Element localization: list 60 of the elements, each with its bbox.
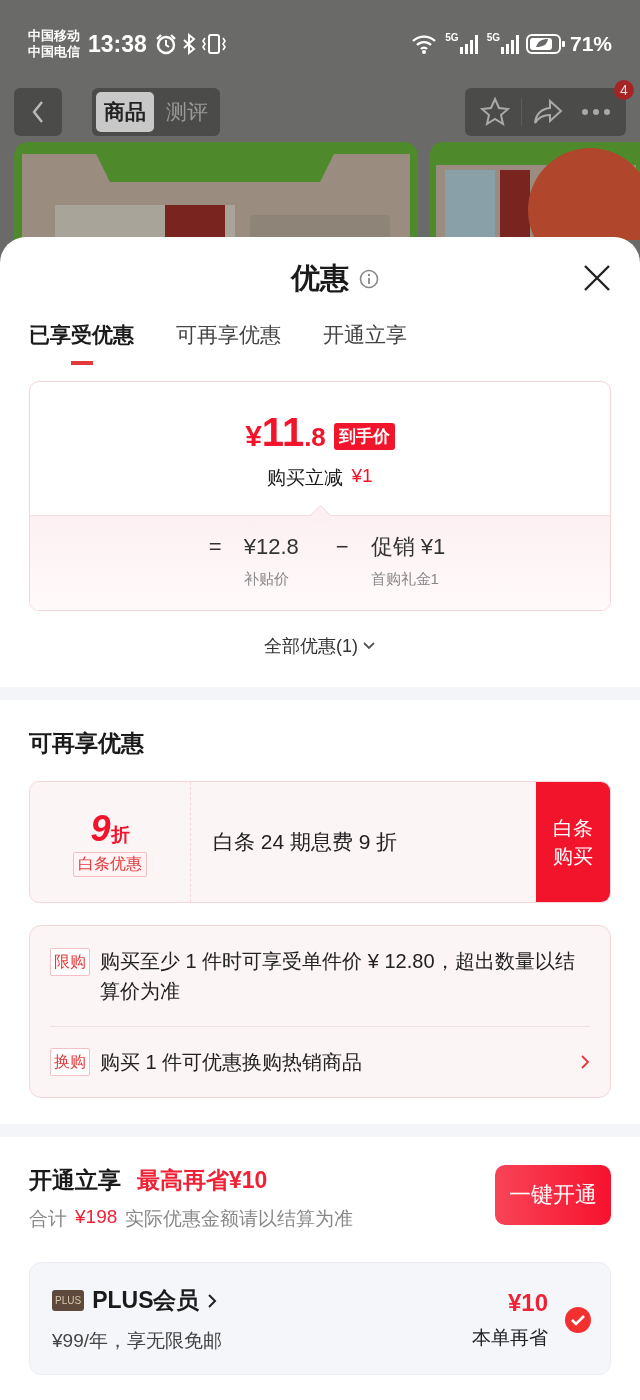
activate-button[interactable]: 一键开通 [495,1165,611,1225]
clock-time: 13:38 [88,30,147,58]
rule-text: 购买 1 件可优惠换购热销商品 [100,1050,364,1075]
total-amount: ¥198 [75,1206,118,1229]
plus-badge: PLUS [52,1290,85,1311]
math-operator: = [208,533,222,561]
price-tag: 到手价 [333,423,395,450]
savings-highlight: 最高再省¥10 [137,1166,268,1195]
chevron-right-icon[interactable] [207,1292,218,1309]
term-caption: 首购礼金1 [370,569,440,589]
membership-name[interactable]: PLUS会员 [92,1285,200,1316]
rule-tag: 换购 [50,1048,90,1076]
more-icon [581,108,611,116]
close-button[interactable] [582,263,612,293]
all-offers-link[interactable]: 全部优惠(1) [264,631,376,661]
section-tab[interactable]: 可再享优惠 [176,321,281,365]
section-title: 开通立享 [29,1166,121,1195]
discount-amount: 9 [90,807,111,850]
back-button[interactable] [14,88,62,136]
coupon-description: 白条 24 期息费 9 折 [212,829,399,855]
vibrate-icon [200,33,227,55]
price-term: 促销 ¥1 [370,533,446,561]
battery-percent: 71% [569,32,612,56]
rule-tag: 限购 [50,948,90,976]
signal-icon [499,33,522,55]
count-badge: 4 [614,80,634,100]
chevron-down-icon [362,641,376,651]
price-term: ¥12.8 [243,533,300,561]
alarm-icon [154,33,177,55]
reduction-amount: ¥1 [351,465,373,488]
saving-label: 本单再省 [472,1325,548,1350]
membership-price: ¥99/年，享无限免邮 [52,1329,223,1353]
share-icon [533,98,563,126]
section-tab[interactable]: 开通立享 [323,321,407,365]
star-icon [480,97,510,127]
sheet-title: 优惠 [291,261,349,296]
info-icon[interactable] [359,269,379,289]
back-icon [31,100,45,124]
carrier-name: 中国电信 [28,44,80,60]
saving-amount: ¥10 [507,1288,548,1317]
carrier-name: 中国移动 [28,28,80,44]
checkbox[interactable] [564,1305,592,1334]
term-caption: 补贴价 [243,569,290,589]
network-label: 5G [486,33,500,43]
reduction-label: 购买立减 [267,466,344,490]
signal-icon [458,33,481,55]
section-title: 可再享优惠 [29,729,145,758]
battery-icon [525,33,566,55]
note-text: 实际优惠金额请以结算为准 [125,1207,354,1231]
total-label: 合计 [29,1207,67,1231]
coupon-tag: 白条优惠 [73,851,147,877]
rule-text: 购买至少 1 件时可享受单件价 ¥ 12.80，超出数量以结算价为准 [100,949,576,1004]
page-tab[interactable]: 商品 [96,92,154,132]
network-label: 5G [445,33,459,43]
math-operator: − [335,533,349,561]
discount-unit: 折 [110,823,130,847]
section-tab[interactable]: 已享受优惠 [29,321,134,365]
buy-button[interactable]: 白条购买 [536,782,610,902]
final-price: ¥11.8 [245,412,326,456]
close-icon [583,264,611,292]
